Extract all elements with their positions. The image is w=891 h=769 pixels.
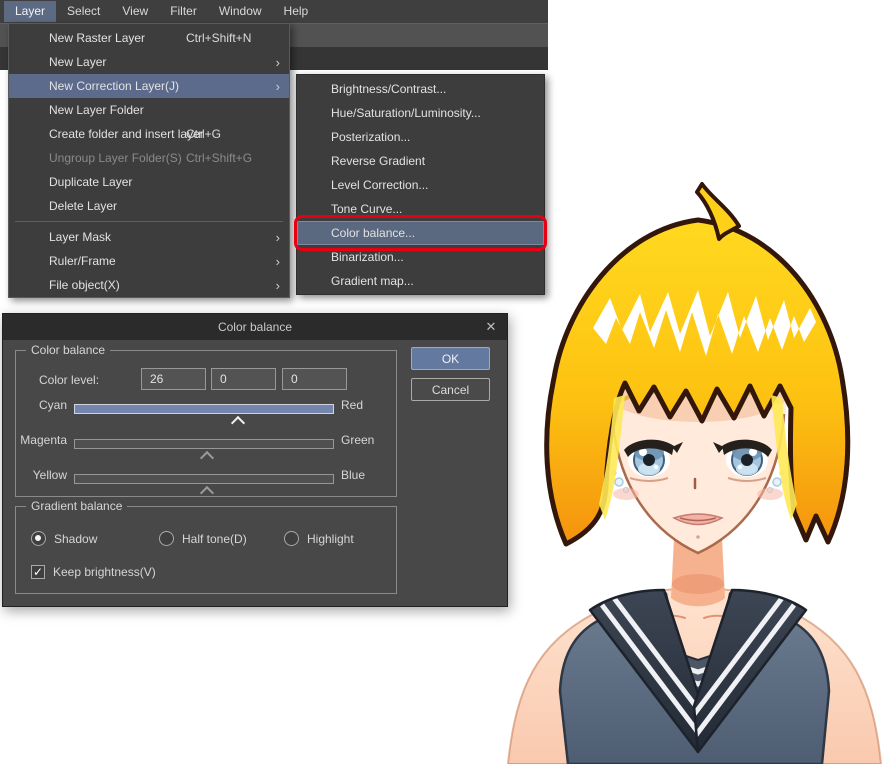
submenu-item-binarization[interactable]: Binarization...: [297, 245, 544, 269]
group-label: Gradient balance: [26, 499, 127, 513]
menu-item-label: New Correction Layer(J): [49, 79, 179, 93]
checkbox-label: Keep brightness(V): [53, 565, 156, 579]
menu-separator: [15, 221, 283, 222]
menu-item-label: New Raster Layer: [49, 31, 145, 45]
menu-item-delete-layer[interactable]: Delete Layer: [9, 194, 289, 218]
slider-label-green: Green: [341, 433, 374, 447]
menu-item-label: Delete Layer: [49, 199, 117, 213]
menubar-item-select[interactable]: Select: [56, 1, 111, 22]
correction-layer-submenu: Brightness/Contrast... Hue/Saturation/Lu…: [296, 74, 545, 295]
menu-item-ungroup-layer-folder[interactable]: Ungroup Layer Folder(S) Ctrl+Shift+G: [9, 146, 289, 170]
menu-item-new-raster-layer[interactable]: New Raster Layer Ctrl+Shift+N: [9, 26, 289, 50]
color-level-input-3[interactable]: [282, 368, 347, 390]
submenu-item-label: Brightness/Contrast...: [331, 82, 446, 96]
menu-item-label: Ungroup Layer Folder(S): [49, 151, 182, 165]
menu-item-shortcut: Ctrl+G: [186, 127, 221, 141]
slider-label-cyan: Cyan: [3, 398, 67, 412]
menu-item-layer-mask[interactable]: Layer Mask ›: [9, 225, 289, 249]
color-balance-dialog: Color balance ✕ Color balance Color leve…: [2, 313, 508, 607]
submenu-item-tone-curve[interactable]: Tone Curve...: [297, 197, 544, 221]
dialog-title-bar: Color balance: [3, 314, 507, 340]
submenu-item-level-correction[interactable]: Level Correction...: [297, 173, 544, 197]
menu-item-new-layer-folder[interactable]: New Layer Folder: [9, 98, 289, 122]
slider-label-blue: Blue: [341, 468, 365, 482]
menubar-item-help[interactable]: Help: [273, 1, 320, 22]
submenu-item-gradient-map[interactable]: Gradient map...: [297, 269, 544, 293]
submenu-arrow-icon: ›: [276, 278, 280, 293]
yellow-blue-slider[interactable]: [74, 474, 334, 484]
menu-item-label: Ruler/Frame: [49, 254, 116, 268]
menubar-item-view[interactable]: View: [111, 1, 159, 22]
submenu-item-color-balance[interactable]: Color balance...: [297, 221, 544, 245]
color-level-label: Color level:: [39, 373, 99, 387]
magenta-green-slider[interactable]: [74, 439, 334, 449]
menu-item-new-layer[interactable]: New Layer ›: [9, 50, 289, 74]
cyan-red-slider[interactable]: [74, 404, 334, 414]
submenu-arrow-icon: ›: [276, 79, 280, 94]
menubar-item-layer[interactable]: Layer: [4, 1, 56, 22]
menubar-item-filter[interactable]: Filter: [159, 1, 208, 22]
cancel-button[interactable]: Cancel: [411, 378, 490, 401]
radio-half-tone[interactable]: Half tone(D): [159, 531, 247, 546]
menu-item-new-correction-layer[interactable]: New Correction Layer(J) ›: [9, 74, 289, 98]
submenu-arrow-icon: ›: [276, 55, 280, 70]
ok-button[interactable]: OK: [411, 347, 490, 370]
radio-circle: [284, 531, 299, 546]
gradient-balance-group: Gradient balance: [15, 506, 397, 594]
menu-item-duplicate-layer[interactable]: Duplicate Layer: [9, 170, 289, 194]
radio-shadow[interactable]: Shadow: [31, 531, 97, 546]
submenu-item-label: Reverse Gradient: [331, 154, 425, 168]
slider-label-yellow: Yellow: [3, 468, 67, 482]
menu-item-label: Duplicate Layer: [49, 175, 132, 189]
menu-item-ruler-frame[interactable]: Ruler/Frame ›: [9, 249, 289, 273]
menu-item-label: New Layer Folder: [49, 103, 144, 117]
keep-brightness-checkbox[interactable]: ✓ Keep brightness(V): [31, 565, 156, 579]
submenu-item-label: Posterization...: [331, 130, 410, 144]
menu-item-shortcut: Ctrl+Shift+N: [186, 31, 251, 45]
submenu-item-label: Color balance...: [331, 226, 415, 240]
menu-item-label: Create folder and insert layer: [49, 127, 204, 141]
submenu-item-label: Hue/Saturation/Luminosity...: [331, 106, 481, 120]
slider-label-red: Red: [341, 398, 363, 412]
screenshot-canvas: { "icons": { "submenu_arrow": "›", "clos…: [0, 0, 891, 764]
checkbox-box: ✓: [31, 565, 45, 579]
radio-circle: [31, 531, 46, 546]
radio-highlight[interactable]: Highlight: [284, 531, 354, 546]
radio-label: Highlight: [307, 532, 354, 546]
check-icon: ✓: [33, 566, 43, 578]
submenu-item-label: Tone Curve...: [331, 202, 402, 216]
radio-label: Shadow: [54, 532, 97, 546]
menubar-item-window[interactable]: Window: [208, 1, 273, 22]
menu-item-create-folder-insert-layer[interactable]: Create folder and insert layer Ctrl+G: [9, 122, 289, 146]
submenu-item-label: Gradient map...: [331, 274, 414, 288]
submenu-item-reverse-gradient[interactable]: Reverse Gradient: [297, 149, 544, 173]
anime-character-illustration: [498, 146, 891, 764]
menu-item-shortcut: Ctrl+Shift+G: [186, 151, 252, 165]
radio-circle: [159, 531, 174, 546]
color-level-input-2[interactable]: [211, 368, 276, 390]
menu-item-label: Layer Mask: [49, 230, 111, 244]
menu-item-label: New Layer: [49, 55, 106, 69]
submenu-arrow-icon: ›: [276, 230, 280, 245]
slider-label-magenta: Magenta: [3, 433, 67, 447]
submenu-item-brightness-contrast[interactable]: Brightness/Contrast...: [297, 77, 544, 101]
layer-menu: New Raster Layer Ctrl+Shift+N New Layer …: [8, 23, 290, 298]
submenu-item-hue-saturation-luminosity[interactable]: Hue/Saturation/Luminosity...: [297, 101, 544, 125]
color-level-input-1[interactable]: [141, 368, 206, 390]
submenu-item-label: Binarization...: [331, 250, 404, 264]
group-label: Color balance: [26, 343, 110, 357]
close-icon[interactable]: ✕: [482, 318, 500, 336]
dialog-title: Color balance: [218, 320, 292, 334]
menu-item-file-object[interactable]: File object(X) ›: [9, 273, 289, 297]
radio-label: Half tone(D): [182, 532, 247, 546]
submenu-item-posterization[interactable]: Posterization...: [297, 125, 544, 149]
submenu-item-label: Level Correction...: [331, 178, 428, 192]
submenu-arrow-icon: ›: [276, 254, 280, 269]
menu-bar: Layer Select View Filter Window Help: [0, 0, 548, 23]
menu-item-label: File object(X): [49, 278, 120, 292]
